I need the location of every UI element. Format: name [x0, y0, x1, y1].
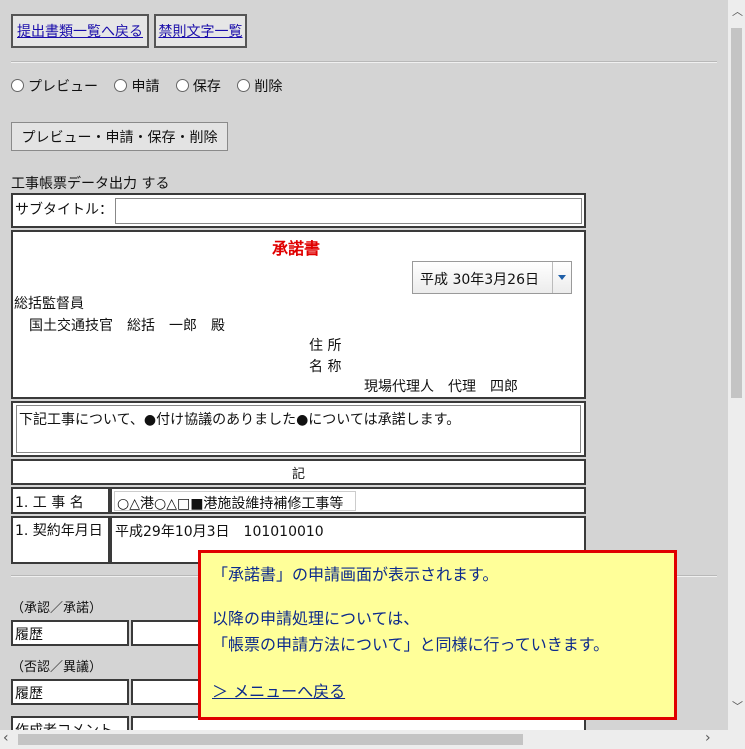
scroll-down-icon[interactable]: ﹀: [732, 698, 743, 714]
forbidden-chars-button[interactable]: 禁則文字一覧: [154, 14, 247, 48]
ki-row: 記: [11, 459, 586, 485]
radio-preview[interactable]: プレビュー: [11, 76, 98, 96]
horizontal-scroll-thumb[interactable]: [18, 734, 523, 745]
date-value: 平成 30年3月26日: [420, 272, 539, 288]
radio-delete[interactable]: 削除: [237, 76, 282, 96]
divider: [11, 61, 717, 63]
row2-label: 1. 契約年月日: [15, 523, 103, 539]
output-label: 工事帳票データ出力 する: [11, 176, 170, 192]
denial-heading: （否認／異議）: [11, 660, 103, 675]
doc-title: 承諾書: [272, 239, 321, 258]
body-text: 下記工事について、●付け協議のありました●については承諾します。: [19, 412, 461, 428]
callout-line-3: 「帳票の申請方法について」と同様に行っていきます。: [212, 635, 610, 654]
back-to-list-button[interactable]: 提出書類一覧へ戻る: [11, 14, 149, 48]
subtitle-input[interactable]: [115, 198, 582, 224]
chevron-down-icon: [558, 275, 566, 280]
denial-history-label-cell: 履歴: [11, 679, 129, 705]
radio-circle-icon[interactable]: [175, 79, 189, 92]
name-label: 名 称: [309, 359, 342, 375]
approval-history-label: 履歴: [15, 627, 43, 643]
row1-value: ○△港○△□■港施設維持補修工事等: [117, 496, 344, 512]
radio-circle-icon[interactable]: [114, 79, 128, 92]
row2-label-cell: 1. 契約年月日: [11, 516, 110, 564]
back-to-menu-link[interactable]: ＞ メニューへ戻る: [212, 678, 345, 702]
address-label: 住 所: [309, 338, 342, 354]
action-radio-group: プレビュー 申請 保存 削除: [11, 76, 294, 96]
vertical-scrollbar[interactable]: ︿ ﹀: [728, 0, 745, 749]
scroll-left-icon[interactable]: ‹: [3, 730, 9, 746]
ki-text: 記: [292, 467, 306, 482]
document-header: 承諾書 平成 30年3月26日 総括監督員 国土交通技官 総括 一郎 殿 住 所…: [11, 230, 586, 399]
subtitle-row: サブタイトル：: [11, 193, 586, 228]
row2-value: 平成29年10月3日 101010010: [115, 524, 324, 540]
date-select[interactable]: 平成 30年3月26日: [412, 261, 572, 294]
addressee-title: 総括監督員: [14, 296, 84, 312]
approval-heading: （承認／承諾）: [11, 601, 103, 616]
vertical-scroll-thumb[interactable]: [731, 28, 742, 398]
submit-action-button[interactable]: プレビュー・申請・保存・削除: [11, 122, 228, 151]
body-text-area: 下記工事について、●付け協議のありました●については承諾します。: [11, 401, 586, 457]
row1-label-cell: 1. 工 事 名: [11, 487, 110, 514]
subtitle-label: サブタイトル：: [15, 202, 113, 218]
radio-save[interactable]: 保存: [175, 76, 221, 96]
radio-circle-icon[interactable]: [237, 79, 251, 92]
horizontal-scrollbar[interactable]: ‹ ›: [0, 730, 728, 749]
callout-line-2: 以降の申請処理については、: [212, 609, 420, 628]
scroll-right-icon[interactable]: ›: [705, 730, 711, 746]
row1-label: 1. 工 事 名: [15, 495, 84, 511]
body-textarea[interactable]: 下記工事について、●付け協議のありました●については承諾します。: [16, 405, 581, 453]
callout-line-1: 「承諾書」の申請画面が表示されます。: [212, 565, 499, 584]
approval-history-label-cell: 履歴: [11, 620, 129, 646]
info-callout: 「承諾書」の申請画面が表示されます。 以降の申請処理については、 「帳票の申請方…: [198, 550, 677, 720]
radio-apply[interactable]: 申請: [114, 76, 159, 96]
addressee-name: 国土交通技官 総括 一郎 殿: [29, 318, 225, 334]
denial-history-label: 履歴: [15, 686, 43, 702]
dropdown-toggle[interactable]: [552, 262, 571, 293]
project-name-field[interactable]: ○△港○△□■港施設維持補修工事等: [114, 491, 356, 512]
agent-name: 現場代理人 代理 四郎: [364, 379, 518, 395]
row1-value-cell: ○△港○△□■港施設維持補修工事等: [110, 487, 586, 514]
scroll-up-icon[interactable]: ︿: [732, 3, 743, 19]
radio-circle-icon[interactable]: [11, 79, 24, 92]
